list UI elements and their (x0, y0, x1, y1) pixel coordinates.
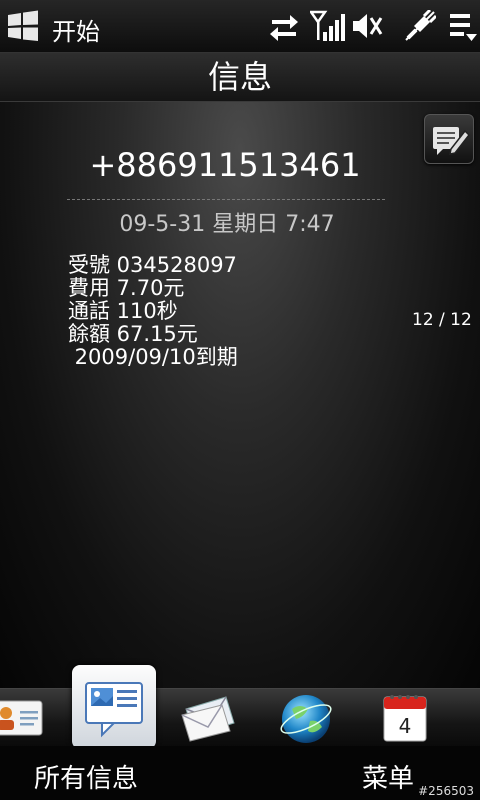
all-messages-tab[interactable] (72, 665, 156, 749)
page-title: 信息 (207, 58, 272, 96)
softkey-bar: 所有信息 菜单 #256503 (0, 746, 480, 800)
message-view[interactable]: +886911513461 09-5-31 星期日 7:47 受號 034528… (0, 102, 480, 688)
calendar-day: 4 (399, 714, 412, 738)
email-icon[interactable] (176, 689, 242, 747)
power-plug-icon[interactable] (404, 10, 436, 42)
message-counter: 12 / 12 (412, 310, 472, 330)
message-line: 餘額 67.15元 (68, 322, 198, 346)
start-label[interactable]: 开始 (52, 12, 100, 47)
contacts-icon[interactable] (0, 689, 44, 747)
internet-globe-icon[interactable] (278, 689, 334, 747)
signal-icon[interactable] (310, 10, 346, 42)
speaker-muted-icon[interactable] (350, 10, 384, 42)
windows-start-icon[interactable] (6, 10, 40, 42)
message-line: 費用 7.70元 (68, 276, 185, 300)
menu-softkey[interactable]: 菜单 (362, 758, 414, 795)
sender-number: +886911513461 (89, 146, 361, 184)
message-line: 2009/09/10到期 (68, 345, 238, 369)
message-line: 受號 034528097 (68, 253, 237, 277)
message-timestamp: 09-5-31 星期日 7:47 (119, 212, 335, 237)
title-bar: 信息 (0, 53, 480, 102)
all-messages-softkey[interactable]: 所有信息 (34, 758, 138, 795)
status-bar: 开始 (0, 0, 480, 53)
message-line: 通話 110秒 (68, 299, 178, 323)
watermark: #256503 (418, 784, 474, 798)
all-messages-icon (85, 682, 143, 738)
message-body: 受號 034528097 費用 7.70元 通話 110秒 餘額 67.15元 … (68, 254, 238, 369)
data-sync-icon[interactable] (268, 10, 300, 42)
menu-dropdown-icon[interactable] (448, 10, 478, 42)
calendar-icon[interactable]: 4 (380, 689, 430, 747)
divider (67, 199, 385, 200)
